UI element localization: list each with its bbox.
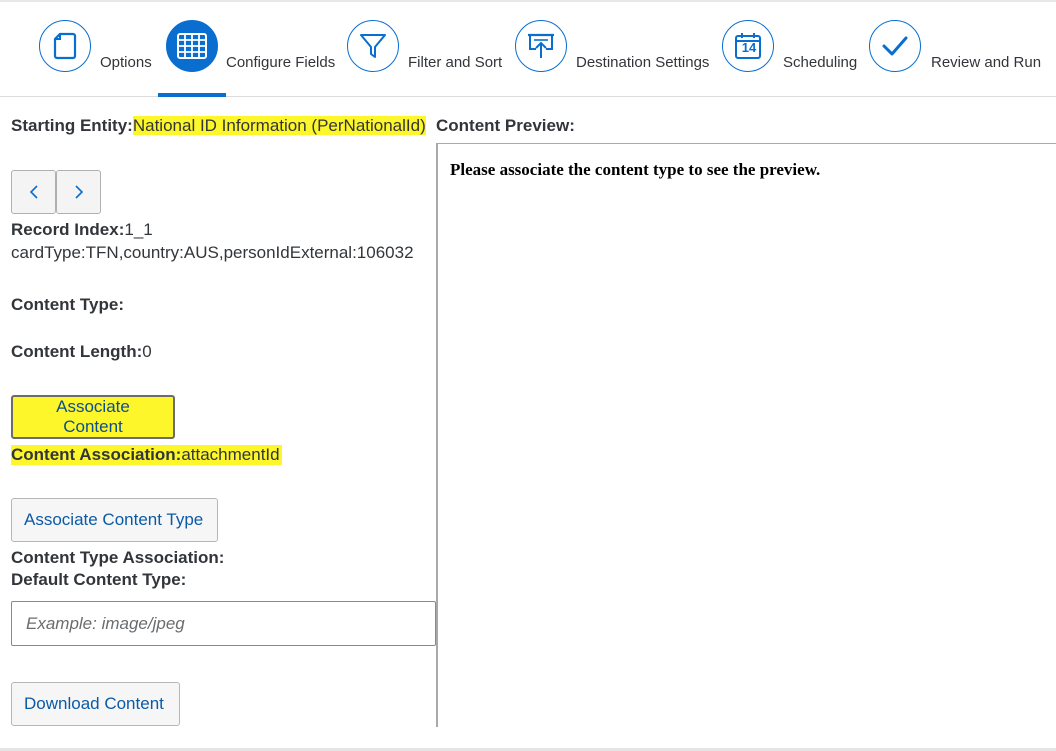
default-content-type: Default Content Type: [11, 570, 186, 590]
step-label: Configure Fields [226, 54, 336, 71]
record-index-label: Record Index: [11, 220, 125, 239]
filter-icon [347, 20, 399, 72]
checkmark-icon [869, 20, 921, 72]
content-type: Content Type: [11, 295, 124, 315]
step-label: Destination Settings [576, 54, 710, 71]
associate-content-button[interactable]: Associate Content [11, 395, 175, 439]
record-index: Record Index:1_1 [11, 220, 153, 240]
upload-board-icon [515, 20, 567, 72]
record-keys: cardType:TFN,country:AUS,personIdExterna… [11, 243, 414, 262]
content-preview-panel: Please associate the content type to see… [436, 143, 1056, 727]
content-length-label: Content Length: [11, 342, 143, 361]
default-content-type-input[interactable] [11, 601, 436, 646]
step-label: Options [100, 54, 152, 71]
record-index-value: 1_1 [124, 220, 153, 239]
content-association: Content Association:attachmentId [11, 445, 282, 465]
content-association-value: attachmentId [181, 445, 280, 464]
wizard-header: Options Configure Fields Filter and Sort [0, 2, 1056, 97]
content-length-value: 0 [142, 342, 152, 361]
table-grid-icon [166, 20, 218, 72]
content-preview-title: Content Preview: [436, 116, 575, 135]
download-content-button[interactable]: Download Content [11, 682, 180, 726]
chevron-right-icon [74, 185, 83, 199]
step-label: Filter and Sort [408, 54, 503, 71]
step-label: Review and Run [931, 54, 1042, 71]
content-type-association: Content Type Association: [11, 548, 224, 568]
preview-message: Please associate the content type to see… [450, 160, 821, 179]
content-association-label: Content Association: [11, 445, 182, 464]
starting-entity: Starting Entity:National ID Information … [11, 116, 426, 136]
active-step-indicator [158, 93, 226, 97]
default-content-type-label: Default Content Type: [11, 570, 187, 589]
starting-entity-value: National ID Information (PerNationalId) [132, 116, 426, 135]
step-label: Scheduling [783, 54, 858, 71]
content-type-label: Content Type: [11, 295, 125, 314]
calendar-icon: 14 [722, 20, 774, 72]
content-length: Content Length:0 [11, 342, 152, 362]
calendar-day: 14 [741, 40, 757, 55]
associate-content-type-button[interactable]: Associate Content Type [11, 498, 218, 542]
document-icon [39, 20, 91, 72]
content-type-association-label: Content Type Association: [11, 548, 225, 567]
next-record-button[interactable] [56, 170, 101, 214]
previous-record-button[interactable] [11, 170, 56, 214]
starting-entity-label: Starting Entity: [11, 116, 133, 135]
chevron-left-icon [29, 185, 38, 199]
